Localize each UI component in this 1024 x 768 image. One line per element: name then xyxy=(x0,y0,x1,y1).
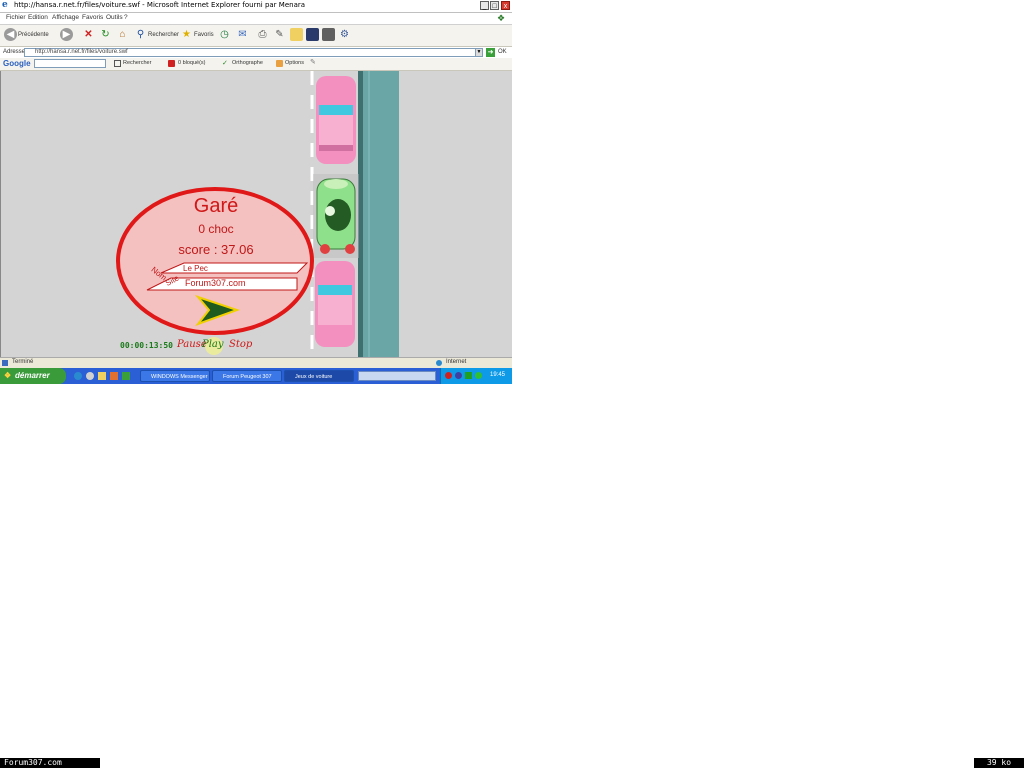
tray-icon-3[interactable] xyxy=(465,372,472,379)
search-label[interactable]: Rechercher xyxy=(148,32,179,38)
minimize-button[interactable]: _ xyxy=(480,1,489,10)
research-icon[interactable]: ⚙ xyxy=(338,28,351,41)
google-toolbar: Google Rechercher 0 bloqué(s) ✓ Orthogra… xyxy=(0,58,512,71)
footer-site-label: Forum307.com xyxy=(0,758,100,768)
player-car xyxy=(313,174,359,258)
quicklaunch-folder-icon[interactable] xyxy=(98,372,106,380)
google-search-button[interactable]: Rechercher xyxy=(123,60,151,66)
menu-affichage[interactable]: Affichage xyxy=(52,14,79,21)
page-icon xyxy=(2,360,8,366)
status-text: Terminé xyxy=(12,359,34,365)
clock[interactable]: 19:45 xyxy=(490,372,505,378)
parked-car-bottom xyxy=(315,261,355,347)
play-button[interactable]: Play xyxy=(202,339,224,350)
messenger-icon[interactable] xyxy=(306,28,319,41)
options-icon xyxy=(276,60,283,67)
site-value: Forum307.com xyxy=(185,278,246,288)
options-button[interactable]: Options xyxy=(285,60,304,66)
spellcheck-button[interactable]: Orthographe xyxy=(232,60,263,66)
task-messenger[interactable]: WINDOWS Messenger xyxy=(140,370,210,382)
print-icon[interactable]: ⎙ xyxy=(256,28,269,41)
address-label: Adresse xyxy=(3,49,26,55)
toolbar: ◀ Précédente ▶ ✕ ↻ ⌂ ⚲ Rechercher ★ Favo… xyxy=(0,25,512,47)
parked-car-top xyxy=(316,76,356,164)
menu-favoris[interactable]: Favoris xyxy=(82,14,103,21)
zone-text: Internet xyxy=(446,359,467,365)
pen-icon[interactable]: ✎ xyxy=(310,59,316,67)
windows-logo-icon: ❖ xyxy=(4,371,12,380)
quicklaunch-ie-icon[interactable] xyxy=(74,372,82,380)
footer-size-label: 39 ko xyxy=(974,758,1024,768)
close-button[interactable]: x xyxy=(501,1,510,10)
game-timer: 00:00:13:50 xyxy=(120,341,173,350)
internet-zone-icon xyxy=(436,360,442,366)
back-label[interactable]: Précédente xyxy=(18,32,49,38)
address-input[interactable]: http://hansa.r.net.fr/files/voiture.swf xyxy=(24,48,482,57)
tray-icon-4[interactable] xyxy=(475,372,482,379)
stop-icon[interactable]: ✕ xyxy=(82,28,95,41)
system-tray: 19:45 xyxy=(440,368,512,384)
history-icon[interactable]: ◷ xyxy=(218,28,231,41)
camera-icon[interactable] xyxy=(322,28,335,41)
name-value: Le Pec xyxy=(183,264,208,273)
quicklaunch-msn-icon[interactable] xyxy=(122,372,130,380)
water-strip xyxy=(363,71,399,357)
choc-count: 0 choc xyxy=(198,222,234,236)
result-title: Garé xyxy=(193,195,239,217)
start-button[interactable]: ❖ démarrer xyxy=(0,368,66,384)
taskbar: ❖ démarrer WINDOWS Messenger Forum Peuge… xyxy=(0,368,512,384)
refresh-icon[interactable]: ↻ xyxy=(99,28,112,41)
menu-fichier[interactable]: Fichier xyxy=(6,14,26,21)
folder-icon[interactable] xyxy=(290,28,303,41)
media-player-controls[interactable] xyxy=(358,371,436,381)
menu-edition[interactable]: Edition xyxy=(28,14,48,21)
popup-blocked-count[interactable]: 0 bloqué(s) xyxy=(178,60,206,66)
quicklaunch-media-icon[interactable] xyxy=(86,372,94,380)
popup-blocker-icon xyxy=(168,60,175,67)
forward-icon[interactable]: ▶ xyxy=(60,28,73,41)
flash-game-area[interactable]: Garé 0 choc score : 37.06 Nom Le Pec Sit… xyxy=(0,71,512,357)
maximize-button[interactable]: □ xyxy=(490,1,499,10)
window-title: http://hansa.r.net.fr/files/voiture.swf … xyxy=(14,1,306,9)
back-icon[interactable]: ◀ xyxy=(4,28,17,41)
search-icon[interactable]: ⚲ xyxy=(134,28,147,41)
address-dropdown-icon[interactable]: ▼ xyxy=(475,48,483,57)
browser-window: e http://hansa.r.net.fr/files/voiture.sw… xyxy=(0,0,512,384)
menu-help[interactable]: ? xyxy=(124,14,128,21)
go-arrow-icon[interactable]: ➜ xyxy=(486,48,495,57)
mail-icon[interactable]: ✉ xyxy=(236,28,249,41)
edit-icon[interactable]: ✎ xyxy=(273,28,286,41)
windows-flag-icon: ❖ xyxy=(497,13,506,23)
go-button[interactable]: OK xyxy=(498,49,507,55)
menu-outils[interactable]: Outils xyxy=(106,14,123,21)
title-bar: e http://hansa.r.net.fr/files/voiture.sw… xyxy=(0,0,512,13)
score: score : 37.06 xyxy=(178,242,254,257)
quicklaunch-app-icon[interactable] xyxy=(110,372,118,380)
google-search-input[interactable] xyxy=(34,59,106,68)
tray-icon-2[interactable] xyxy=(455,372,462,379)
home-icon[interactable]: ⌂ xyxy=(116,28,129,41)
task-game[interactable]: Jeux de voiture xyxy=(284,370,354,382)
stop-button[interactable]: Stop xyxy=(229,339,252,350)
start-label: démarrer xyxy=(15,371,50,380)
task-forum[interactable]: Forum Peugeot 307 xyxy=(212,370,282,382)
spellcheck-icon: ✓ xyxy=(222,60,228,67)
favorites-icon[interactable]: ★ xyxy=(180,28,193,41)
google-search-icon[interactable] xyxy=(114,60,121,67)
favorites-label[interactable]: Favoris xyxy=(194,32,214,38)
internet-explorer-icon: e xyxy=(2,0,8,10)
tray-icon-1[interactable] xyxy=(445,372,452,379)
google-logo[interactable]: Google xyxy=(3,59,31,68)
menu-bar: Fichier Edition Affichage Favoris Outils… xyxy=(0,13,512,25)
